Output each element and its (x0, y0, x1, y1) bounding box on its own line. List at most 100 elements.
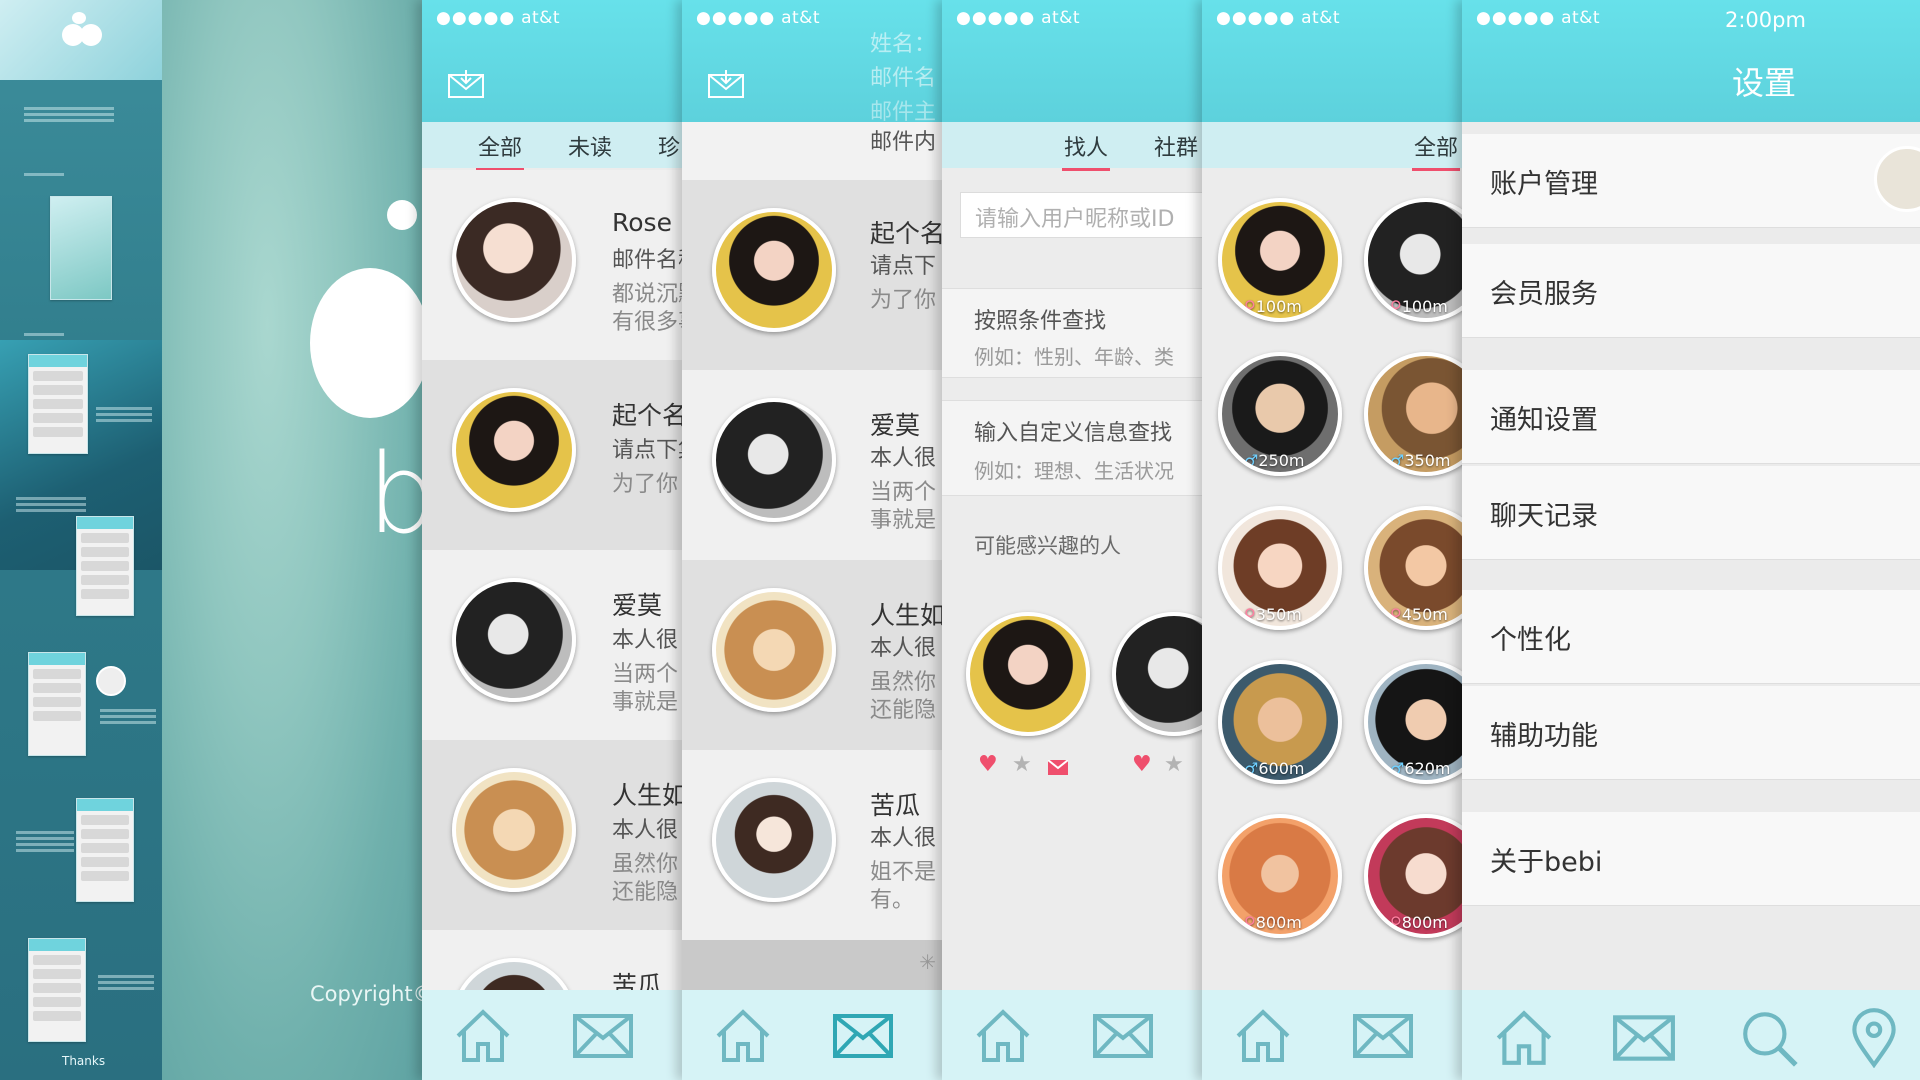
mail-sender: 起个名 (612, 401, 682, 430)
distance-label: ♂250m (1244, 451, 1305, 470)
mail-icon[interactable] (1352, 1008, 1414, 1064)
distance-label: ♀800m (1244, 913, 1302, 932)
mail-row[interactable]: 苦瓜 本人很 姐不是 有。 (682, 750, 942, 940)
home-icon[interactable] (452, 1008, 514, 1064)
distance-label: ♀100m (1244, 297, 1302, 316)
mail-row[interactable]: 人生如 本人很 虽然你 还能隐 (422, 740, 682, 930)
like-heart-icon[interactable]: ♥ (978, 752, 998, 777)
mail-icon[interactable] (1612, 1008, 1676, 1068)
mail-row[interactable]: 起个名 请点下 为了你 (682, 180, 942, 370)
nearby-avatar[interactable]: ♀450m (1364, 506, 1462, 630)
status-time: 2:00pm (1725, 8, 1806, 32)
mail-row[interactable]: Rose 邮件名称 都说沉默 有很多事 (422, 170, 682, 360)
mail-icon[interactable] (1092, 1008, 1154, 1064)
overview-thumb-mail (28, 354, 88, 454)
tab-all[interactable]: 全部 (475, 130, 525, 171)
overview-thumb-settings (28, 938, 86, 1042)
nearby-avatar[interactable]: ♂600m (1218, 660, 1342, 784)
mail-tabs: 全部 未读 珍 (422, 122, 682, 171)
nearby-avatar[interactable]: ♀100m (1364, 198, 1462, 322)
bottom-nav (942, 990, 1202, 1080)
settings-item-notifications[interactable]: 通知设置 (1462, 370, 1920, 464)
status-bar: ●●●●● at&t (956, 8, 1080, 28)
avatar (452, 578, 576, 702)
settings-item-account[interactable]: 账户管理 (1462, 134, 1920, 228)
custom-search-title: 输入自定义信息查找 (974, 421, 1173, 446)
home-icon[interactable] (1492, 1008, 1556, 1068)
search-icon[interactable] (1738, 1008, 1802, 1068)
settings-item-chat-history[interactable]: 聊天记录 (1462, 466, 1920, 560)
custom-search-card[interactable]: 输入自定义信息查找 例如：理想、生活状况 (942, 400, 1202, 496)
nearby-avatar[interactable]: ♀800m (1364, 814, 1462, 938)
settings-item-label: 个性化 (1490, 625, 1571, 656)
favorite-star-icon[interactable]: ★ (1164, 752, 1184, 777)
settings-item-label: 会员服务 (1490, 279, 1598, 310)
logo-blob (310, 268, 426, 418)
female-icon: ♀ (1390, 605, 1402, 624)
carrier-label: at&t (1561, 8, 1601, 28)
settings-item-about[interactable]: 关于bebi (1462, 812, 1920, 906)
tab-unread[interactable]: 未读 (568, 130, 612, 162)
settings-item-personalize[interactable]: 个性化 (1462, 590, 1920, 684)
nearby-avatar[interactable]: ♀350m (1218, 506, 1342, 630)
nearby-avatar[interactable]: ♂350m (1364, 352, 1462, 476)
like-heart-icon[interactable]: ♥ (1132, 752, 1152, 777)
avatar (452, 768, 576, 892)
mail-sender: 爱莫 (870, 411, 921, 440)
condition-search-card[interactable]: 按照条件查找 例如：性别、年龄、类 (942, 288, 1202, 378)
settings-item-accessibility[interactable]: 辅助功能 (1462, 686, 1920, 780)
inbox-download-icon[interactable] (708, 70, 744, 98)
female-icon: ♀ (1244, 297, 1256, 316)
home-icon[interactable] (972, 1008, 1034, 1064)
overview-magnifier (96, 666, 126, 696)
mail-row[interactable]: 爱莫 本人很 当两个 事就是 (682, 370, 942, 560)
mail-sender: 起个名 (870, 219, 942, 248)
overview-note (100, 706, 156, 727)
bottom-nav (682, 990, 942, 1080)
favorite-star-icon[interactable]: ★ (1012, 752, 1032, 777)
settings-item-membership[interactable]: 会员服务 (1462, 244, 1920, 338)
home-icon[interactable] (712, 1008, 774, 1064)
loading-bar: ✳ (682, 940, 942, 990)
distance-label: ♂620m (1390, 759, 1451, 778)
mail-icon[interactable] (832, 1008, 894, 1064)
signal-dots: ●●●●● (436, 8, 516, 28)
copyright-text: Copyright© (310, 982, 426, 1006)
mail-row[interactable]: 起个名 请点下集 为了你 (422, 360, 682, 550)
page-title: 设置 (1732, 64, 1797, 102)
suggested-avatar[interactable] (966, 612, 1090, 736)
tab-community[interactable]: 社群 (1154, 130, 1198, 162)
nearby-avatar[interactable]: ♂620m (1364, 660, 1462, 784)
tab-all[interactable]: 全部 (1411, 130, 1461, 171)
signal-dots: ●●●●● (956, 8, 1036, 28)
nearby-avatar[interactable]: ♂250m (1218, 352, 1342, 476)
search-input[interactable]: 请输入用户昵称或ID (960, 192, 1202, 238)
tab-find-people[interactable]: 找人 (1061, 130, 1111, 171)
avatar (452, 198, 576, 322)
settings-item-label: 通知设置 (1490, 405, 1598, 436)
distance-label: ♀350m (1244, 605, 1302, 624)
mail-preview: 还能隐 (870, 698, 937, 723)
mail-icon[interactable] (572, 1008, 634, 1064)
avatar (712, 778, 836, 902)
phone-find-people: ●●●●● at&t 找人 社群 请输入用户昵称或ID 按照条件查找 例如：性别… (942, 0, 1202, 1080)
nearby-tabs: 全部 (1202, 122, 1462, 171)
overview-note (96, 404, 152, 425)
female-icon: ♀ (1390, 297, 1402, 316)
mail-row[interactable]: 爱莫 本人很 当两个 事就是 (422, 550, 682, 740)
phone-mail-list: ●●●●● at&t 全部 未读 珍 Rose 邮件名称 都说沉默 有很多事 起… (422, 0, 682, 1080)
tab-starred[interactable]: 珍 (658, 130, 680, 162)
suggested-avatar[interactable] (1112, 612, 1202, 736)
home-icon[interactable] (1232, 1008, 1294, 1064)
nearby-avatar[interactable]: ♀800m (1218, 814, 1342, 938)
mail-sender: 人生如 (612, 781, 682, 810)
nearby-avatar[interactable]: ♀100m (1218, 198, 1342, 322)
female-icon: ♀ (1244, 913, 1256, 932)
message-icon[interactable] (1048, 760, 1068, 775)
inbox-download-icon[interactable] (448, 70, 484, 98)
mail-row[interactable]: 人生如 本人很 虽然你 还能隐 (682, 560, 942, 750)
mail-preview: 事就是 (870, 508, 937, 533)
avatar (452, 388, 576, 512)
bottom-nav (422, 990, 682, 1080)
location-pin-icon[interactable] (1842, 1008, 1906, 1068)
